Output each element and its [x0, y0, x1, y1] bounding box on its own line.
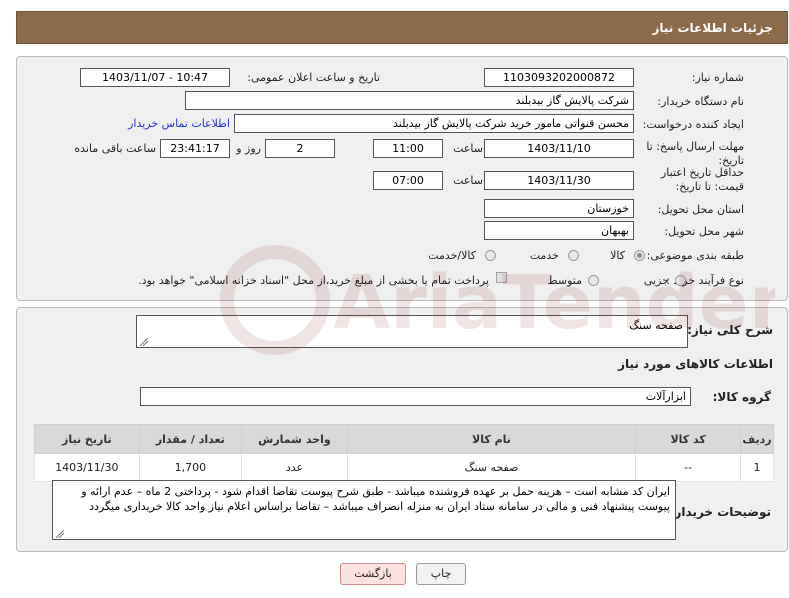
- province-label: استان محل تحویل:: [657, 203, 744, 216]
- category-option-goods-service: کالا/خدمت: [428, 249, 476, 262]
- col-name: نام کالا: [346, 424, 637, 454]
- page-title: جزئیات اطلاعات نیاز: [652, 21, 773, 35]
- announce-label: تاریخ و ساعت اعلان عمومی:: [247, 71, 380, 84]
- col-code: کد کالا: [635, 424, 742, 454]
- category-radio-goods[interactable]: [634, 250, 645, 261]
- table-row: 1 -- صفحه سنگ عدد 1,700 1403/11/30: [34, 453, 774, 482]
- summary-label: شرح کلی نیاز:: [687, 323, 773, 337]
- col-date: تاریخ نیاز: [34, 424, 140, 454]
- deadline-time-label: ساعت: [453, 142, 483, 155]
- category-radio-service[interactable]: [568, 250, 579, 261]
- days-field: 2: [265, 139, 335, 158]
- validity-date-field: 1403/11/30: [484, 171, 634, 190]
- city-label: شهر محل تحویل:: [664, 225, 744, 238]
- group-label: گروه کالا:: [712, 390, 771, 404]
- goods-table-header: ردیف کد کالا نام کالا واحد شمارش تعداد /…: [34, 424, 774, 454]
- validity-time-field: 07:00: [373, 171, 443, 190]
- category-option-service: خدمت: [529, 249, 559, 262]
- days-label: روز و: [236, 142, 261, 155]
- remaining-time-label: ساعت باقی مانده: [74, 142, 156, 155]
- need-number-field: 1103093202000872: [484, 68, 634, 87]
- creator-label: ایجاد کننده درخواست:: [642, 118, 744, 131]
- back-button[interactable]: بازگشت: [340, 563, 406, 585]
- treasury-checkbox[interactable]: [496, 272, 507, 283]
- process-option-medium: متوسط: [547, 274, 582, 287]
- group-field: ابزارآلات: [140, 387, 691, 406]
- validity-time-label: ساعت: [453, 174, 483, 187]
- need-number-label: شماره نیاز:: [691, 71, 744, 84]
- cell-quantity: 1,700: [138, 453, 243, 482]
- col-quantity: تعداد / مقدار: [138, 424, 243, 454]
- remaining-time-field: 23:41:17: [160, 139, 230, 158]
- summary-resize-handle[interactable]: [140, 338, 148, 346]
- category-option-goods: کالا: [610, 249, 625, 262]
- process-option-minor: جزیی: [643, 274, 669, 287]
- cell-name: صفحه سنگ: [346, 453, 637, 482]
- buyer-label: نام دستگاه خریدار:: [657, 95, 744, 108]
- cell-date: 1403/11/30: [34, 453, 140, 482]
- summary-field: صفحه سنگ: [136, 315, 688, 348]
- city-field: بهبهان: [484, 221, 634, 240]
- deadline-date-field: 1403/11/10: [484, 139, 634, 158]
- province-field: خوزستان: [484, 199, 634, 218]
- validity-label: حداقل تاریخ اعتبار قیمت: تا تاریخ:: [660, 166, 744, 193]
- cell-unit: عدد: [241, 453, 348, 482]
- category-label: طبقه بندی موضوعی:: [646, 249, 744, 262]
- deadline-label: مهلت ارسال پاسخ: تا تاریخ:: [646, 140, 744, 167]
- cell-row: 1: [740, 453, 774, 482]
- col-unit: واحد شمارش: [241, 424, 348, 454]
- goods-table: ردیف کد کالا نام کالا واحد شمارش تعداد /…: [34, 424, 774, 482]
- announce-field: 1403/11/07 - 10:47: [80, 68, 230, 87]
- page-header: جزئیات اطلاعات نیاز: [16, 11, 788, 44]
- notes-resize-handle[interactable]: [56, 530, 64, 538]
- deadline-time-field: 11:00: [373, 139, 443, 158]
- process-radio-medium[interactable]: [588, 275, 599, 286]
- creator-field: محسن قنواتی مامور خرید شرکت پالایش گاز ب…: [234, 114, 634, 133]
- goods-info-title: اطلاعات کالاهای مورد نیاز: [618, 357, 773, 371]
- print-button[interactable]: چاپ: [416, 563, 466, 585]
- category-radio-goods-service[interactable]: [485, 250, 496, 261]
- process-radio-minor[interactable]: [675, 275, 686, 286]
- buyer-notes-field: ایران کد مشابه است – هزینه حمل بر عهده ف…: [52, 480, 676, 540]
- cell-code: --: [635, 453, 742, 482]
- payment-note: پرداخت تمام یا بخشی از مبلغ خرید،از محل …: [138, 274, 489, 287]
- col-row: ردیف: [740, 424, 774, 454]
- contact-info-link[interactable]: اطلاعات تماس خریدار: [128, 117, 230, 130]
- buyer-notes-label: توضیحات خریدار:: [669, 505, 771, 519]
- buyer-field: شرکت پالایش گاز بیدبلند: [185, 91, 634, 110]
